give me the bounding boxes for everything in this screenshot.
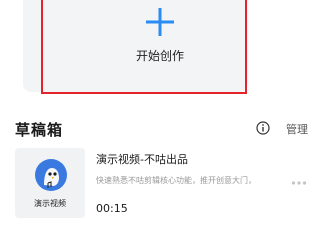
draft-thumbnail[interactable]: 演示视频 bbox=[15, 148, 85, 218]
start-creation-card[interactable] bbox=[23, 0, 248, 92]
thumbnail-caption: 演示视频 bbox=[34, 199, 66, 208]
draft-description: 快速熟悉不咕剪辑核心功能，推开创意大门， bbox=[96, 176, 256, 185]
bird-avatar-icon bbox=[35, 159, 67, 191]
more-icon[interactable] bbox=[291, 180, 307, 186]
app-screen: 开始创作 草稿箱 管理 演示视频 演示视频-不咕出品 快速熟悉不咕剪辑核心功能，… bbox=[0, 0, 320, 244]
draft-duration: 00:15 bbox=[96, 202, 128, 215]
draft-list-item[interactable]: 演示视频 演示视频-不咕出品 快速熟悉不咕剪辑核心功能，推开创意大门， 00:1… bbox=[0, 146, 320, 218]
plus-icon bbox=[146, 8, 174, 36]
drafts-section-title: 草稿箱 bbox=[15, 121, 64, 139]
info-icon[interactable] bbox=[256, 121, 270, 135]
start-creation-label: 开始创作 bbox=[135, 49, 184, 63]
draft-title: 演示视频-不咕出品 bbox=[96, 153, 188, 166]
manage-button[interactable]: 管理 bbox=[286, 121, 308, 137]
